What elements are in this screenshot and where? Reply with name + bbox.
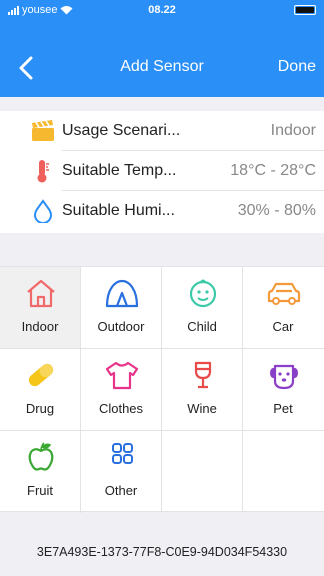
scenario-car[interactable]: Car (243, 267, 324, 349)
scenario-other[interactable]: Other (81, 431, 162, 513)
apple-icon (28, 442, 54, 471)
suitable-temperature-row[interactable]: Suitable Temp... 18°C - 28°C (0, 151, 324, 191)
row-label: Usage Scenari... (62, 122, 181, 139)
house-icon (27, 279, 55, 308)
scenario-label: Fruit (27, 483, 53, 498)
scenario-grid: Indoor Outdoor Child Car Drug Clothes Wi… (0, 266, 324, 513)
header: yousee 08.22 Add Sensor Done (0, 0, 324, 97)
scenario-label: Clothes (98, 401, 144, 416)
scenario-label: Outdoor (97, 319, 145, 334)
scenario-label: Drug (25, 401, 55, 416)
row-value: 18°C - 28°C (230, 162, 316, 179)
nav-bar: Add Sensor Done (0, 50, 324, 86)
scenario-label: Wine (187, 401, 217, 416)
scenario-indoor[interactable]: Indoor (0, 267, 81, 349)
scenario-pet[interactable]: Pet (243, 349, 324, 431)
usage-scenario-row[interactable]: Usage Scenari... Indoor (0, 111, 324, 151)
device-id: 3E7A493E-1373-77F8-C0E9-94D034F54330 (36, 545, 288, 559)
scenario-label: Child (187, 319, 217, 334)
grid-icon (112, 443, 133, 464)
scenario-label: Indoor (21, 319, 59, 334)
empty-cell (162, 431, 243, 513)
row-label: Suitable Temp... (62, 162, 177, 179)
shirt-icon (105, 361, 139, 390)
battery-icon (294, 5, 316, 15)
scenario-label: Car (272, 319, 294, 334)
pill-icon (28, 363, 54, 387)
row-value: 30% - 80% (237, 202, 316, 219)
scenario-label: Pet (273, 401, 293, 416)
scenario-drug[interactable]: Drug (0, 349, 81, 431)
clapperboard-icon (32, 120, 54, 141)
sensor-info-list: Usage Scenari... Indoor Suitable Temp...… (0, 111, 324, 233)
status-time: 08.22 (148, 4, 176, 16)
tent-icon (105, 279, 139, 308)
car-icon (267, 282, 301, 305)
baby-face-icon (189, 279, 217, 308)
wine-glass-icon (194, 361, 212, 389)
empty-cell (243, 431, 324, 513)
scenario-outdoor[interactable]: Outdoor (81, 267, 162, 349)
page-title: Add Sensor (120, 58, 204, 75)
scenario-label: Other (104, 483, 138, 498)
thermometer-icon (37, 160, 49, 183)
dog-icon (270, 364, 298, 390)
scenario-clothes[interactable]: Clothes (81, 349, 162, 431)
scenario-child[interactable]: Child (162, 267, 243, 349)
row-label: Suitable Humi... (62, 202, 175, 219)
scenario-fruit[interactable]: Fruit (0, 431, 81, 513)
water-drop-icon (33, 199, 53, 223)
suitable-humidity-row[interactable]: Suitable Humi... 30% - 80% (0, 191, 324, 231)
done-button[interactable]: Done (278, 58, 316, 76)
status-bar: yousee 08.22 (0, 0, 324, 22)
scenario-wine[interactable]: Wine (162, 349, 243, 431)
row-value: Indoor (270, 122, 316, 139)
